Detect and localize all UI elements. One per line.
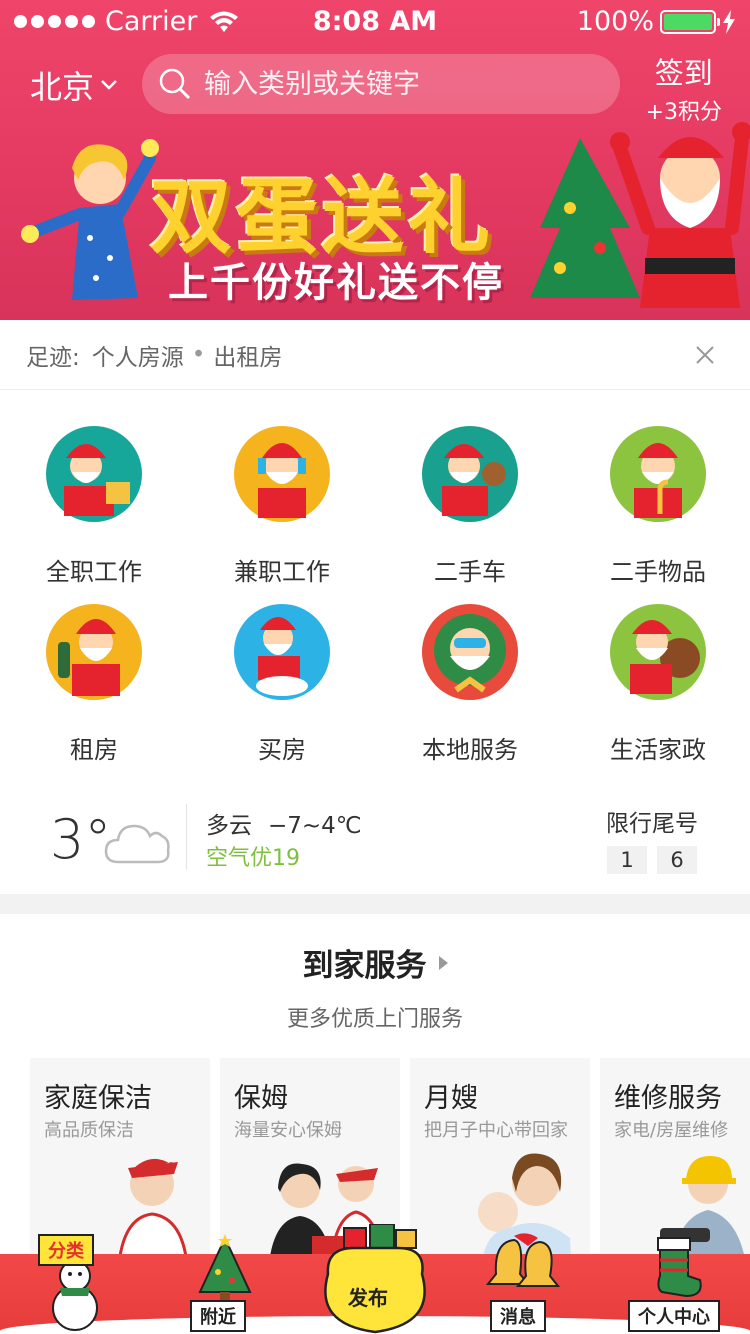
search-input[interactable] [204, 68, 584, 100]
weather-widget[interactable]: 3° 多云 −7~4℃ 空气优19 限行尾号 1 6 [0, 790, 750, 894]
home-service-header[interactable]: 到家服务 更多优质上门服务 [0, 940, 750, 1033]
search-bar[interactable] [142, 54, 620, 114]
gift-bag-icon [324, 1224, 426, 1334]
tab-classify[interactable]: 分类 [0, 1234, 150, 1334]
city-name: 北京 [30, 68, 95, 106]
charging-icon [723, 9, 735, 34]
traffic-limit-number: 6 [657, 846, 697, 874]
promo-banner[interactable]: 双蛋送礼 上千份好礼送不停 [0, 118, 750, 320]
bells-icon [485, 1233, 561, 1287]
tab-profile[interactable]: 个人中心 [600, 1237, 750, 1334]
tab-publish[interactable]: 发布 [300, 1224, 450, 1334]
service-card-title: 月嫂 [424, 1083, 478, 1114]
category-used-car[interactable]: 二手车 [376, 404, 564, 587]
santa-gift-icon [46, 426, 142, 522]
home-service-title: 到家服务 [302, 948, 427, 984]
tab-nearby[interactable]: 附近 [150, 1234, 300, 1334]
tab-label: 附近 [190, 1300, 246, 1332]
chevron-right-icon [438, 955, 448, 970]
tab-label: 个人中心 [628, 1300, 720, 1332]
section-gap [0, 894, 750, 914]
category-local-service[interactable]: 本地服务 [376, 582, 564, 765]
checkin-label: 签到 [654, 56, 713, 90]
category-rent[interactable]: 租房 [0, 582, 188, 765]
santa-candy-cane-icon [610, 426, 706, 522]
tab-label: 分类 [38, 1234, 94, 1266]
home-service-title-row: 到家服务 [303, 940, 448, 985]
santa-reindeer-icon [422, 426, 518, 522]
traffic-limit-number: 1 [607, 846, 647, 874]
santa-tree-illustration-icon [530, 122, 750, 308]
tab-label: 发布 [348, 1286, 388, 1310]
air-quality: 空气优19 [206, 846, 300, 871]
weather-description: 多云 −7~4℃ [206, 806, 362, 840]
service-card-title: 维修服务 [614, 1083, 722, 1114]
service-card-title: 保姆 [234, 1083, 288, 1114]
tab-label: 消息 [490, 1300, 546, 1332]
service-card-title: 家庭保洁 [44, 1083, 152, 1114]
top-nav: 北京 签到 +3积分 [0, 54, 750, 125]
cloud-icon [104, 824, 170, 864]
status-right: 100% [577, 6, 736, 37]
category-housekeeping[interactable]: 生活家政 [564, 582, 750, 765]
category-label: 本地服务 [422, 736, 518, 764]
santa-sack-icon [610, 604, 706, 700]
search-icon [159, 68, 191, 100]
home-service-subtitle: 更多优质上门服务 [286, 1007, 463, 1032]
santa-scooter-icon [234, 604, 330, 700]
footprint-separator: • [191, 341, 206, 368]
santa-wreath-icon [422, 604, 518, 700]
category-fulltime[interactable]: 全职工作 [0, 404, 188, 587]
traffic-limit: 限行尾号 1 6 [606, 804, 698, 874]
weather-condition: 多云 [206, 813, 252, 839]
footprint-bar: 足迹: 个人房源 • 出租房 [0, 320, 750, 390]
traffic-limit-label: 限行尾号 [606, 811, 698, 837]
city-selector[interactable]: 北京 [30, 62, 118, 108]
battery-percent: 100% [576, 6, 654, 37]
category-buy-house[interactable]: 买房 [188, 582, 376, 765]
category-label: 买房 [258, 736, 306, 764]
christmas-tree-icon [198, 1234, 252, 1302]
girl-illustration-icon [21, 139, 159, 300]
tab-messages[interactable]: 消息 [450, 1233, 600, 1334]
category-label: 租房 [70, 736, 118, 764]
bottom-tab-bar: 分类 附近 发布 消息 个人中心 [0, 1224, 750, 1334]
checkin-button[interactable]: 签到 +3积分 [646, 50, 722, 126]
footprint-item[interactable]: 个人房源 [92, 338, 184, 372]
service-card-subtitle: 家电/房屋维修 [614, 1120, 729, 1141]
status-bar: Carrier 8:08 AM 100% [0, 0, 750, 44]
category-label: 生活家政 [610, 736, 706, 764]
footprint-label: 足迹: [26, 344, 80, 371]
battery-icon [660, 9, 720, 34]
santa-headphones-icon [234, 426, 330, 522]
footprint-item[interactable]: 出租房 [213, 338, 282, 372]
weather-divider [186, 804, 187, 870]
chevron-down-icon [101, 80, 117, 90]
category-parttime[interactable]: 兼职工作 [188, 404, 376, 587]
category-used-goods[interactable]: 二手物品 [564, 404, 750, 587]
traffic-limit-numbers: 1 6 [606, 846, 698, 874]
santa-champagne-icon [46, 604, 142, 700]
christmas-stocking-icon [657, 1237, 702, 1298]
weather-temperature: 3° [50, 808, 112, 871]
weather-range: −7~4℃ [268, 813, 362, 839]
banner-subtitle: 上千份好礼送不停 [168, 260, 504, 306]
service-card-subtitle: 把月子中心带回家 [424, 1120, 568, 1141]
header-hero: Carrier 8:08 AM 100% 北京 输入类别或关键字 签到 +3积分… [0, 0, 750, 320]
close-icon[interactable] [694, 344, 716, 366]
service-card-subtitle: 高品质保洁 [44, 1120, 134, 1141]
service-card-subtitle: 海量安心保姆 [234, 1120, 342, 1141]
